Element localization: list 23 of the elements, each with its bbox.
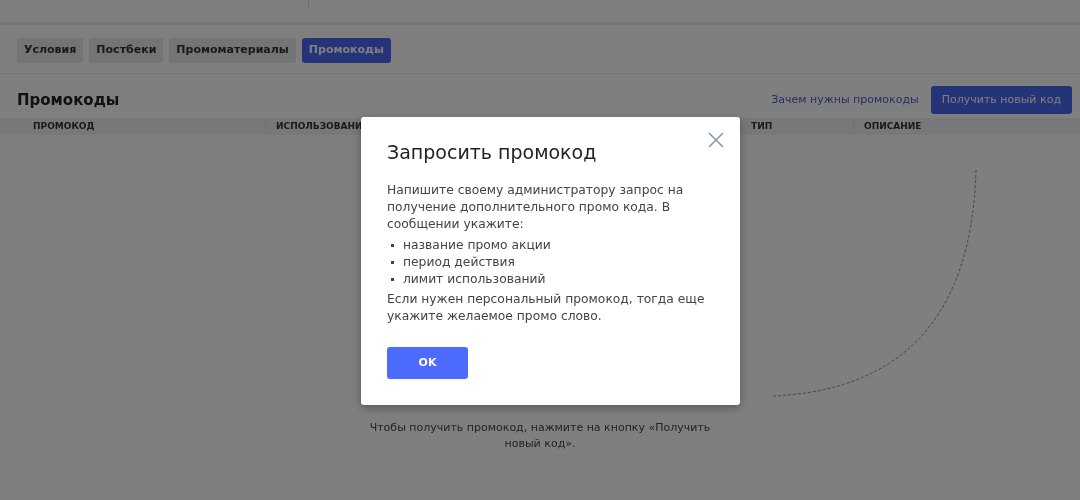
ok-button[interactable]: OK bbox=[387, 346, 468, 379]
list-item: название промо акции bbox=[403, 236, 551, 254]
list-item: лимит использований bbox=[403, 270, 546, 288]
help-link[interactable]: Зачем нужны промокоды bbox=[771, 91, 919, 108]
get-new-code-button[interactable]: Получить новый код bbox=[930, 85, 1072, 114]
bullet-icon bbox=[391, 277, 394, 281]
column-header: ИСПОЛЬЗОВАНИ bbox=[276, 120, 363, 131]
empty-state-text: Чтобы получить промокод, нажмите на кнопку «Получить новый код». bbox=[368, 420, 712, 452]
bullet-icon bbox=[391, 243, 394, 247]
column-header: ПРОМОКОД bbox=[33, 120, 95, 131]
list-item: период действия bbox=[403, 253, 515, 271]
close-icon[interactable] bbox=[708, 132, 724, 148]
tab[interactable]: Промоматериалы bbox=[169, 38, 296, 63]
tab[interactable]: Постбеки bbox=[89, 38, 164, 63]
modal-text: Если нужен персональный промокод, тогда еще укажите желаемое промо слово. bbox=[387, 290, 706, 325]
bullet-icon bbox=[391, 260, 394, 264]
modal-title: Запросить промокод bbox=[387, 141, 598, 164]
page-title: Промокоды bbox=[17, 90, 121, 109]
modal-text: Напишите своему администратору запрос на получение дополнительного промо кода. В сообщении укажите: bbox=[387, 181, 685, 233]
tab[interactable]: Промокоды bbox=[301, 38, 391, 63]
column-header: ОПИСАНИЕ bbox=[864, 120, 922, 131]
column-header: ТИП bbox=[751, 120, 773, 131]
tab[interactable]: Условия bbox=[17, 38, 84, 63]
